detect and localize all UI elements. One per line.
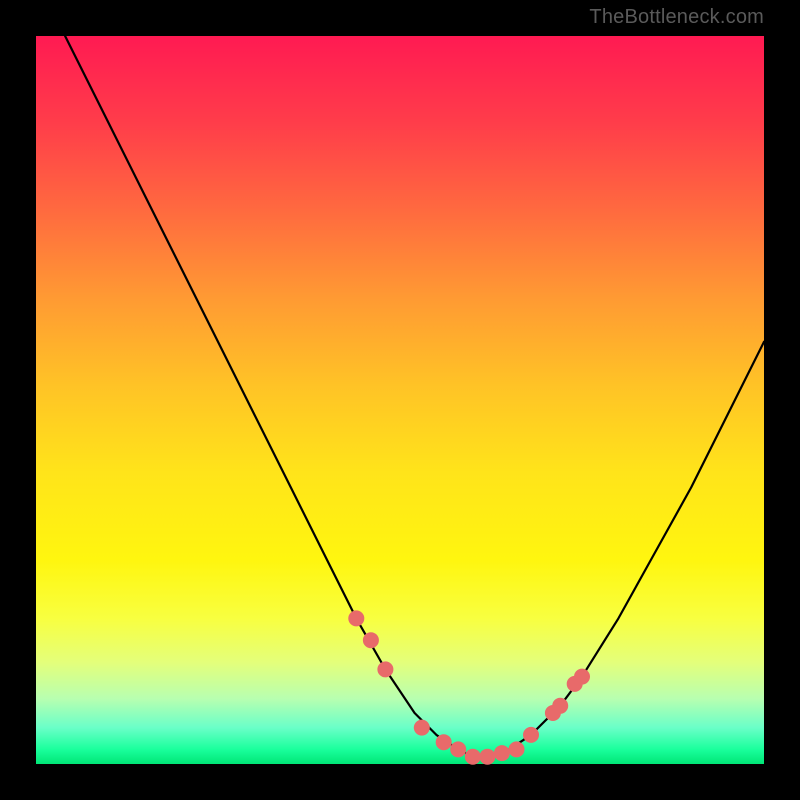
bottleneck-curve xyxy=(65,36,764,757)
highlight-dot xyxy=(450,741,466,757)
highlight-dot xyxy=(479,749,495,765)
highlight-dot xyxy=(574,669,590,685)
highlight-dot xyxy=(523,727,539,743)
highlight-dot xyxy=(377,661,393,677)
chart-stage: TheBottleneck.com xyxy=(0,0,800,800)
highlight-dot xyxy=(436,734,452,750)
highlight-dot xyxy=(465,749,481,765)
highlight-dots xyxy=(348,610,590,764)
highlight-dot xyxy=(494,745,510,761)
chart-svg xyxy=(36,36,764,764)
watermark-text: TheBottleneck.com xyxy=(589,6,764,29)
highlight-dot xyxy=(509,741,525,757)
highlight-dot xyxy=(414,720,430,736)
highlight-dot xyxy=(363,632,379,648)
highlight-dot xyxy=(348,610,364,626)
highlight-dot xyxy=(552,698,568,714)
plot-area xyxy=(36,36,764,764)
